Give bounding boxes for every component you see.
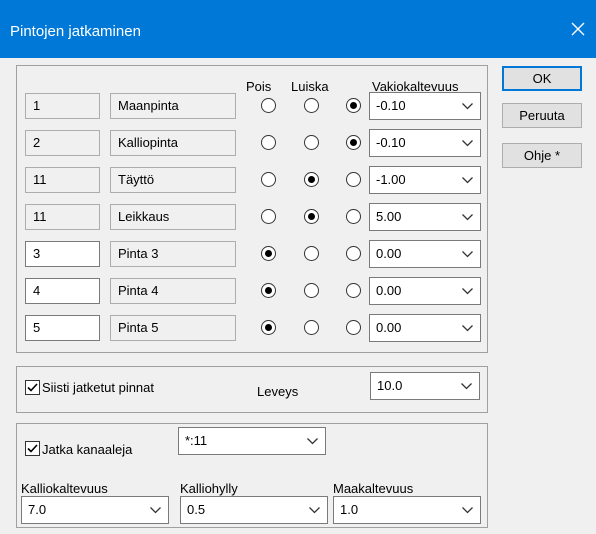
- surface-name-field: Kalliopinta: [110, 130, 236, 156]
- surface-name-field: Maanpinta: [110, 93, 236, 119]
- soil-slope-label: Maakaltevuus: [333, 481, 414, 496]
- rock-slope-value: 7.0: [28, 502, 47, 517]
- radio-vakio[interactable]: [346, 172, 361, 187]
- radio-vakio[interactable]: [346, 135, 361, 150]
- radio-luiska[interactable]: [304, 209, 319, 224]
- header-luiska: Luiska: [291, 79, 329, 94]
- radio-pois[interactable]: [261, 283, 276, 298]
- rock-shelf-value: 0.5: [187, 502, 206, 517]
- radio-luiska[interactable]: [304, 246, 319, 261]
- chevron-down-icon: [462, 140, 473, 147]
- surface-name-field: Leikkaus: [110, 204, 236, 230]
- radio-vakio[interactable]: [346, 283, 361, 298]
- checkmark-icon: [27, 444, 38, 453]
- slope-value: -0.10: [376, 98, 406, 113]
- surface-name-field: Pinta 5: [110, 315, 236, 341]
- surface-id-field[interactable]: 4: [25, 278, 100, 304]
- soil-slope-value: 1.0: [340, 502, 359, 517]
- channels-checkbox-label[interactable]: Jatka kanaaleja: [42, 442, 132, 457]
- chevron-down-icon: [462, 288, 473, 295]
- slope-value: 0.00: [376, 283, 402, 298]
- help-button[interactable]: Ohje *: [502, 143, 582, 168]
- rock-shelf-dropdown[interactable]: 0.5: [180, 496, 328, 524]
- surface-id-field[interactable]: 5: [25, 315, 100, 341]
- ok-button[interactable]: OK: [502, 66, 582, 91]
- slope-dropdown[interactable]: 0.00: [369, 277, 481, 305]
- tidy-checkbox-label[interactable]: Siisti jatketut pinnat: [42, 380, 154, 395]
- radio-pois[interactable]: [261, 320, 276, 335]
- title-bar: Pintojen jatkaminen: [0, 0, 596, 58]
- tidy-checkbox[interactable]: [25, 380, 40, 395]
- window-title: Pintojen jatkaminen: [10, 23, 141, 40]
- radio-vakio[interactable]: [346, 209, 361, 224]
- surface-id-field: 11: [25, 204, 100, 230]
- rock-shelf-label: Kalliohylly: [180, 481, 238, 496]
- surface-id-field: 11: [25, 167, 100, 193]
- chevron-down-icon: [307, 438, 318, 445]
- slope-dropdown[interactable]: 0.00: [369, 240, 481, 268]
- slope-dropdown[interactable]: -1.00: [369, 166, 481, 194]
- radio-pois[interactable]: [261, 246, 276, 261]
- radio-luiska[interactable]: [304, 98, 319, 113]
- radio-pois[interactable]: [261, 172, 276, 187]
- width-label: Leveys: [257, 384, 299, 399]
- slope-dropdown[interactable]: -0.10: [369, 92, 481, 120]
- radio-luiska[interactable]: [304, 135, 319, 150]
- chevron-down-icon: [462, 251, 473, 258]
- radio-luiska[interactable]: [304, 283, 319, 298]
- radio-vakio[interactable]: [346, 320, 361, 335]
- chevron-down-icon: [462, 103, 473, 110]
- surface-name-field: Täyttö: [110, 167, 236, 193]
- slope-dropdown[interactable]: 5.00: [369, 203, 481, 231]
- radio-pois[interactable]: [261, 98, 276, 113]
- radio-vakio[interactable]: [346, 98, 361, 113]
- chevron-down-icon: [462, 177, 473, 184]
- cancel-button[interactable]: Peruuta: [502, 103, 582, 128]
- chevron-down-icon: [462, 214, 473, 221]
- radio-luiska[interactable]: [304, 320, 319, 335]
- surface-id-field[interactable]: 3: [25, 241, 100, 267]
- dialog-body: Pois Luiska Vakiokaltevuus 1 Maanpinta -0.…: [0, 58, 596, 534]
- radio-vakio[interactable]: [346, 246, 361, 261]
- channel-value: *:11: [185, 433, 208, 448]
- slope-value: 5.00: [376, 209, 402, 224]
- rock-slope-dropdown[interactable]: 7.0: [21, 496, 169, 524]
- chevron-down-icon: [462, 325, 473, 332]
- radio-pois[interactable]: [261, 135, 276, 150]
- slope-value: 0.00: [376, 320, 402, 335]
- header-pois: Pois: [246, 79, 272, 94]
- slope-value: -0.10: [376, 135, 406, 150]
- width-dropdown[interactable]: 10.0: [370, 372, 480, 400]
- channels-checkbox[interactable]: [25, 441, 40, 456]
- checkmark-icon: [27, 383, 38, 392]
- surface-name-field: Pinta 4: [110, 278, 236, 304]
- width-value: 10.0: [377, 378, 403, 393]
- slope-dropdown[interactable]: 0.00: [369, 314, 481, 342]
- slope-value: -1.00: [376, 172, 406, 187]
- chevron-down-icon: [462, 507, 473, 514]
- chevron-down-icon: [150, 507, 161, 514]
- rock-slope-label: Kalliokaltevuus: [21, 481, 108, 496]
- radio-pois[interactable]: [261, 209, 276, 224]
- surface-id-field: 1: [25, 93, 100, 119]
- radio-luiska[interactable]: [304, 172, 319, 187]
- channel-dropdown[interactable]: *:11: [178, 427, 326, 455]
- surface-name-field: Pinta 3: [110, 241, 236, 267]
- slope-dropdown[interactable]: -0.10: [369, 129, 481, 157]
- chevron-down-icon: [461, 383, 472, 390]
- soil-slope-dropdown[interactable]: 1.0: [333, 496, 481, 524]
- slope-value: 0.00: [376, 246, 402, 261]
- chevron-down-icon: [309, 507, 320, 514]
- close-icon[interactable]: [561, 12, 595, 46]
- surface-id-field: 2: [25, 130, 100, 156]
